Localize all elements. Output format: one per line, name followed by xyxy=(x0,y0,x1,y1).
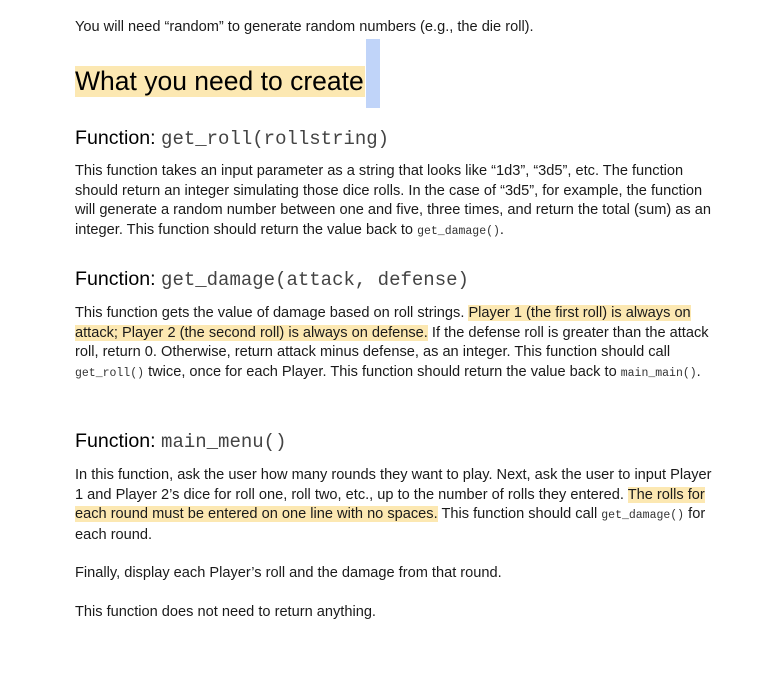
function-label: Function: xyxy=(75,430,162,452)
paragraph-text: . xyxy=(499,221,504,238)
code-get-damage: get_damage() xyxy=(601,509,685,523)
section-heading: What you need to create xyxy=(75,66,365,97)
paragraph-text: This function takes an input parameter a… xyxy=(75,163,711,238)
intro-paragraph: You will need “random” to generate rando… xyxy=(75,19,534,35)
paragraph-text: This function gets the value of damage b… xyxy=(75,305,469,321)
function-heading-get-roll: Function: get_roll(rollstring) xyxy=(75,126,715,151)
function-label: Function: xyxy=(75,127,162,149)
code-main-main: main_main() xyxy=(620,366,697,380)
main-menu-description: In this function, ask the user how many … xyxy=(75,466,715,545)
code-get-damage: get_damage() xyxy=(417,224,500,238)
function-signature: main_menu() xyxy=(161,431,287,453)
code-get-roll: get_roll() xyxy=(75,366,145,380)
paragraph-text: In this function, ask the user how many … xyxy=(75,467,712,503)
paragraph-text: This function should call xyxy=(437,506,602,523)
display-paragraph: Finally, display each Player’s roll and … xyxy=(75,565,502,581)
function-signature: get_roll(rollstring) xyxy=(161,128,390,150)
function-heading-main-menu: Function: main_menu() xyxy=(75,429,715,454)
paragraph-text: . xyxy=(696,363,701,380)
get-roll-description: This function takes an input parameter a… xyxy=(75,162,715,241)
get-damage-description: This function gets the value of damage b… xyxy=(75,304,715,383)
function-label: Function: xyxy=(75,268,162,290)
return-paragraph: This function does not need to return an… xyxy=(75,604,376,620)
text-selection-cursor xyxy=(366,39,380,108)
paragraph-text: twice, once for each Player. This functi… xyxy=(144,363,621,380)
function-signature: get_damage(attack, defense) xyxy=(161,269,469,291)
function-heading-get-damage: Function: get_damage(attack, defense) xyxy=(75,267,715,292)
